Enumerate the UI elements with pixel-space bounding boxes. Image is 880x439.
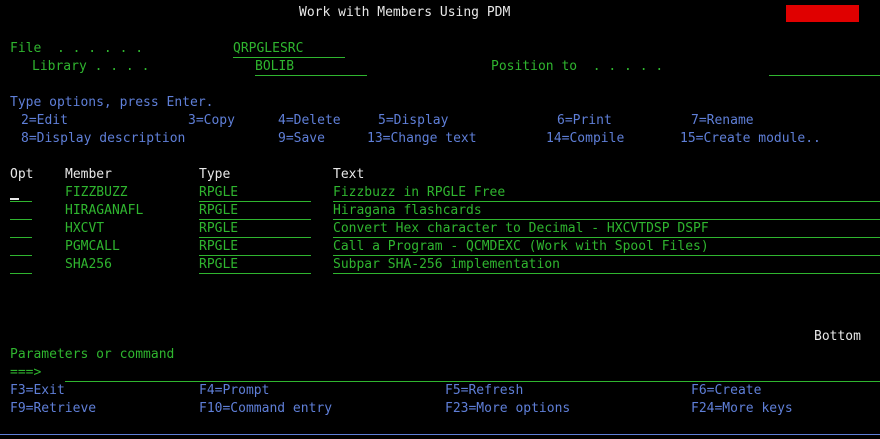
file-label: File . . . . . .: [10, 41, 144, 56]
row-member: HXCVT: [65, 221, 105, 236]
option-3-copy: 3=Copy: [188, 113, 235, 128]
row-option-input[interactable]: [10, 220, 32, 238]
column-header-opt: Opt: [10, 167, 34, 182]
column-header-member: Member: [65, 167, 112, 182]
position-to-label: Position to . . . . .: [491, 59, 664, 74]
row-type-field[interactable]: RPGLE: [199, 184, 311, 202]
row-type-field[interactable]: RPGLE: [199, 202, 311, 220]
row-option-input[interactable]: [10, 238, 32, 256]
option-6-print: 6=Print: [557, 113, 612, 128]
f23-more-options-key[interactable]: F23=More options: [445, 400, 570, 418]
row-text-field[interactable]: Call a Program - QCMDEXC (Work with Spoo…: [333, 238, 880, 256]
f4-prompt-key[interactable]: F4=Prompt: [199, 382, 269, 400]
f24-more-keys-key[interactable]: F24=More keys: [691, 400, 793, 418]
row-option-input[interactable]: [10, 202, 32, 220]
option-8-display-description: 8=Display description: [21, 131, 186, 146]
command-input[interactable]: [65, 364, 880, 382]
column-header-text: Text: [333, 167, 365, 182]
row-text-field[interactable]: Subpar SHA-256 implementation: [333, 256, 880, 274]
text-cursor: [10, 198, 19, 200]
instructions-heading: Type options, press Enter.: [10, 95, 214, 110]
option-2-edit: 2=Edit: [21, 113, 68, 128]
row-option-input[interactable]: [10, 256, 32, 274]
option-13-change-text: 13=Change text: [367, 131, 477, 146]
f10-command-entry-key[interactable]: F10=Command entry: [199, 400, 332, 418]
row-member: SHA256: [65, 257, 112, 272]
f9-retrieve-key[interactable]: F9=Retrieve: [10, 400, 96, 418]
library-label: Library . . . .: [32, 59, 150, 74]
row-member: HIRAGANAFL: [65, 203, 144, 218]
f5-refresh-key[interactable]: F5=Refresh: [445, 382, 523, 400]
f3-exit-key[interactable]: F3=Exit: [10, 382, 65, 400]
option-7-rename: 7=Rename: [691, 113, 754, 128]
row-text-field[interactable]: Fizzbuzz in RPGLE Free: [333, 184, 880, 202]
row-member: PGMCALL: [65, 239, 120, 254]
option-15-create-module: 15=Create module..: [680, 131, 821, 146]
row-type-field[interactable]: RPGLE: [199, 256, 311, 274]
option-4-delete: 4=Delete: [278, 113, 341, 128]
row-type-field[interactable]: RPGLE: [199, 238, 311, 256]
file-field[interactable]: QRPGLESRC: [233, 40, 345, 58]
option-14-compile: 14=Compile: [546, 131, 625, 146]
page-title: Work with Members Using PDM: [299, 5, 511, 20]
row-member: FIZZBUZZ: [65, 185, 128, 200]
row-text-field[interactable]: Convert Hex character to Decimal - HXCVT…: [333, 220, 880, 238]
f6-create-key[interactable]: F6=Create: [691, 382, 761, 400]
screen-bottom-border: [0, 434, 880, 435]
command-label: Parameters or command: [10, 347, 175, 362]
column-header-type: Type: [199, 167, 231, 182]
bottom-indicator: Bottom: [814, 329, 861, 344]
command-prompt: ===>: [10, 365, 42, 380]
library-field[interactable]: BOLIB: [255, 58, 367, 76]
option-9-save: 9=Save: [278, 131, 325, 146]
status-indicator: [786, 5, 859, 22]
row-type-field[interactable]: RPGLE: [199, 220, 311, 238]
row-text-field[interactable]: Hiragana flashcards: [333, 202, 880, 220]
option-5-display: 5=Display: [378, 113, 449, 128]
terminal-screen: Work with Members Using PDM File . . . .…: [0, 0, 880, 439]
position-to-field[interactable]: [769, 58, 880, 76]
